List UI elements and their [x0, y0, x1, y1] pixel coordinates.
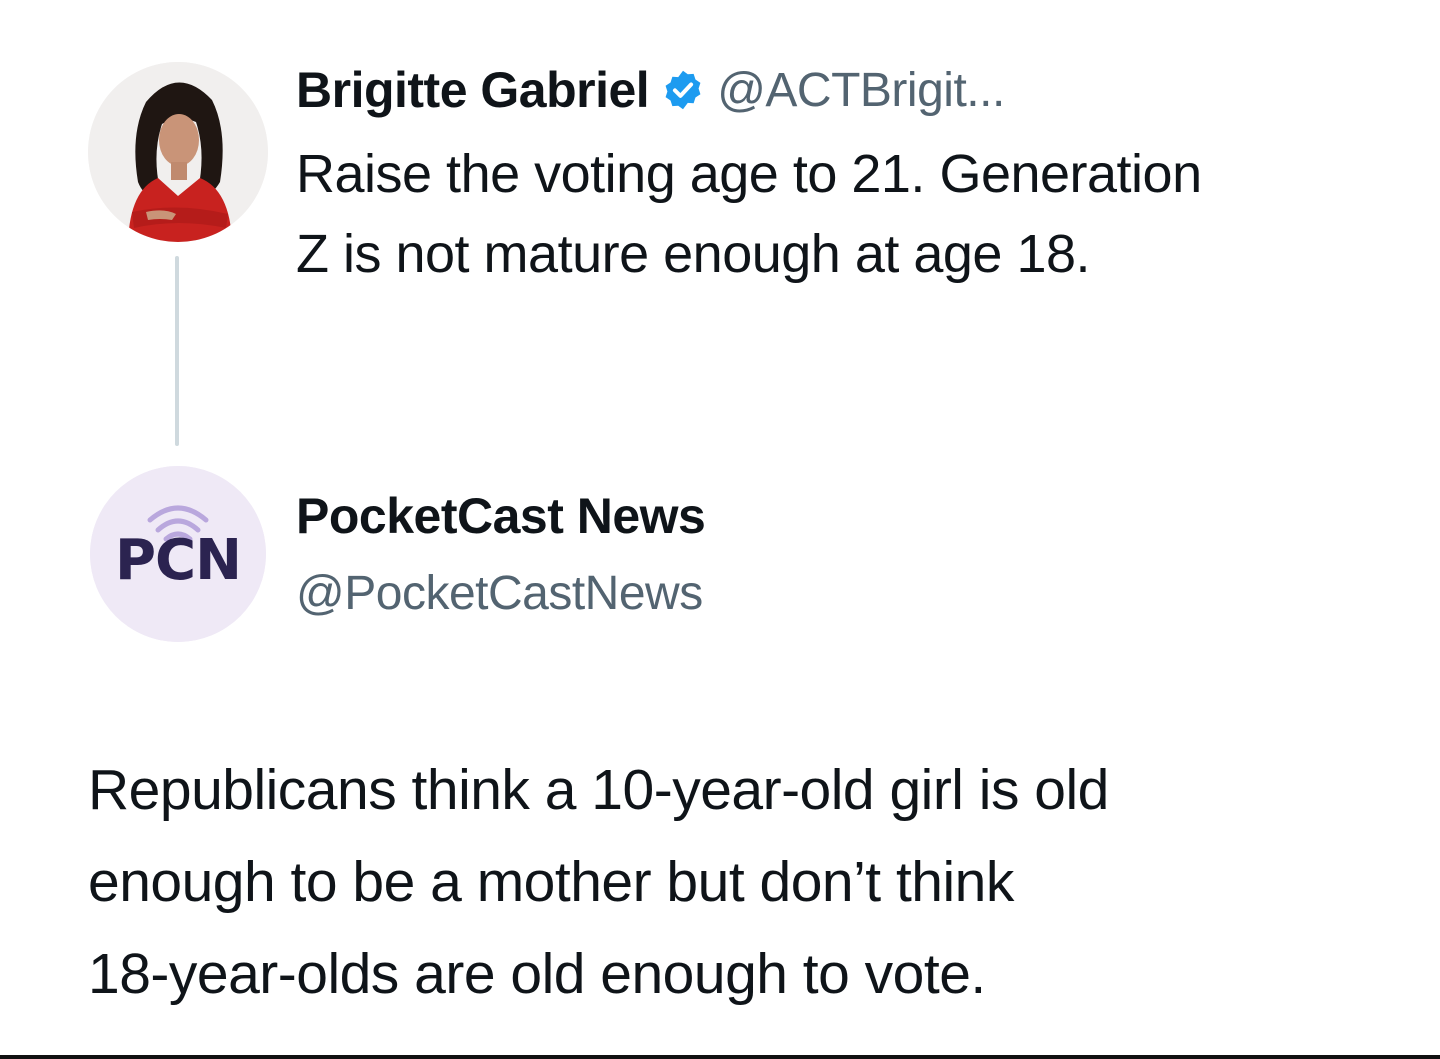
reply-tweet-text: Republicans think a 10-year-old girl is … — [88, 744, 1388, 1020]
handle[interactable]: @ACTBrigit... — [717, 63, 1005, 118]
tweet-text-line: Republicans think a 10-year-old girl is … — [88, 758, 1109, 822]
bottom-divider — [0, 1055, 1440, 1059]
tweet-text-line: 18-year-olds are old enough to vote. — [88, 942, 986, 1006]
reply-display-name[interactable]: PocketCast News — [296, 484, 706, 548]
tweet-text-line: enough to be a mother but don’t think — [88, 850, 1014, 914]
quoted-tweet-text: Raise the voting age to 21. Generation Z… — [296, 134, 1376, 294]
tweet-text-line: Z is not mature enough at age 18. — [296, 224, 1091, 284]
tweet-screenshot: Brigitte Gabriel @ACTBrigit... Raise the… — [0, 0, 1440, 1059]
pocketcast-news-avatar[interactable]: PCN — [90, 466, 266, 642]
woman-portrait-icon — [88, 62, 268, 242]
tweet-text-line: Raise the voting age to 21. Generation — [296, 144, 1202, 204]
verified-badge-icon — [665, 70, 701, 110]
display-name[interactable]: Brigitte Gabriel — [296, 61, 650, 119]
reply-handle[interactable]: @PocketCastNews — [296, 562, 703, 626]
pcn-logo-text: PCN — [114, 528, 242, 593]
quoted-tweet-header: Brigitte Gabriel @ACTBrigit... — [296, 58, 1005, 122]
brigitte-gabriel-avatar[interactable] — [88, 62, 268, 242]
thread-connector-line — [175, 256, 179, 446]
